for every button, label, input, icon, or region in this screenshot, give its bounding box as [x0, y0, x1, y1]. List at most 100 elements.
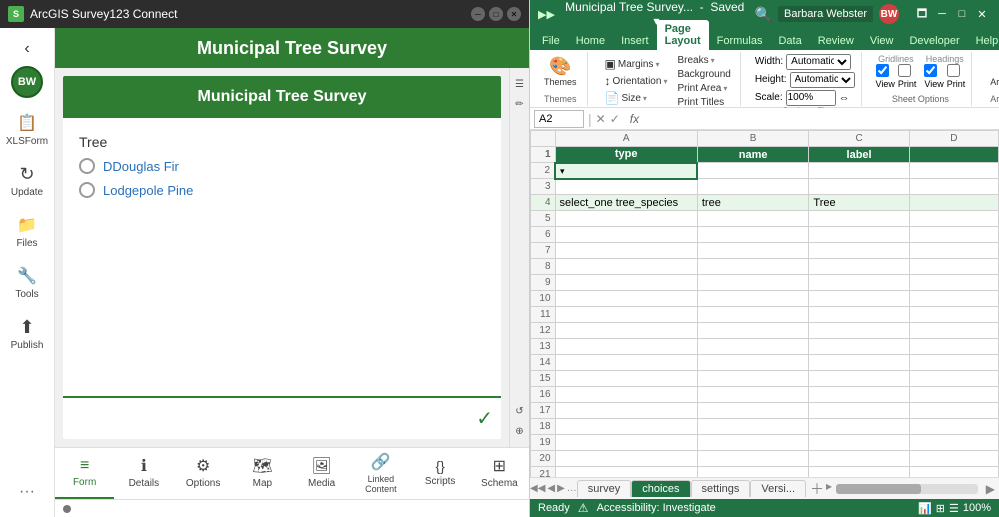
- excel-ribbon-toggle[interactable]: 🗖: [913, 5, 931, 23]
- themes-button[interactable]: 🎨 Themes: [540, 54, 581, 89]
- cell-c3[interactable]: [809, 179, 909, 195]
- nav-item-details[interactable]: ℹ Details: [114, 448, 173, 499]
- search-icon[interactable]: 🔍: [755, 6, 772, 23]
- table-row-9[interactable]: 9: [531, 275, 999, 291]
- right-strip-btn-4[interactable]: ⊕: [512, 423, 528, 439]
- sidebar-back-button[interactable]: ‹: [20, 36, 33, 62]
- horizontal-scrollbar[interactable]: [836, 484, 978, 494]
- table-row-17[interactable]: 17: [531, 403, 999, 419]
- accessibility-icon[interactable]: ⚠: [578, 501, 589, 515]
- table-row-3[interactable]: 3: [531, 179, 999, 195]
- sidebar-item-tools[interactable]: 🔧 Tools: [2, 259, 52, 306]
- more-sheets-button[interactable]: ▸: [826, 479, 832, 499]
- tab-view[interactable]: View: [862, 32, 902, 50]
- cell-a4[interactable]: select_one tree_species: [555, 195, 697, 211]
- table-row-15[interactable]: 15: [531, 371, 999, 387]
- view-gridlines-check[interactable]: [876, 64, 889, 77]
- tab-home[interactable]: Home: [568, 32, 613, 50]
- right-strip-btn-1[interactable]: ☰: [512, 76, 528, 92]
- add-sheet-button[interactable]: ＋: [810, 479, 824, 499]
- table-row-19[interactable]: 19: [531, 435, 999, 451]
- table-row-18[interactable]: 18: [531, 419, 999, 435]
- table-row-13[interactable]: 13: [531, 339, 999, 355]
- col-header-a[interactable]: A: [555, 131, 697, 147]
- table-row-8[interactable]: 8: [531, 259, 999, 275]
- survey-submit-button[interactable]: ✓: [476, 406, 493, 431]
- scroll-next[interactable]: ▶: [557, 483, 565, 494]
- cell-b2[interactable]: [697, 163, 809, 179]
- sidebar-item-xlsform[interactable]: 📋 XLSForm: [2, 106, 52, 153]
- scale-input[interactable]: [786, 90, 836, 106]
- formula-input[interactable]: [649, 113, 995, 125]
- cancel-formula-icon[interactable]: ✕: [596, 112, 606, 126]
- radio-option-2[interactable]: Lodgepole Pine: [79, 182, 485, 198]
- confirm-formula-icon[interactable]: ✓: [610, 112, 620, 126]
- cell-d2[interactable]: [909, 163, 998, 179]
- cell-c2[interactable]: [809, 163, 909, 179]
- cell-a3[interactable]: [555, 179, 697, 195]
- orientation-button[interactable]: ↕ Orientation ▾: [602, 73, 671, 89]
- sheet-tab-choices[interactable]: choices: [631, 480, 690, 497]
- sheet-tab-survey[interactable]: survey: [577, 480, 631, 497]
- radio-option-1[interactable]: DDouglas Fir: [79, 158, 485, 174]
- col-header-b[interactable]: B: [697, 131, 809, 147]
- table-row-21[interactable]: 21: [531, 467, 999, 478]
- nav-item-linked[interactable]: 🔗 LinkedContent: [351, 448, 410, 499]
- right-strip-btn-2[interactable]: ✏: [512, 96, 528, 112]
- scroll-last[interactable]: …: [567, 483, 577, 494]
- maximize-button[interactable]: □: [489, 7, 503, 21]
- table-row-16[interactable]: 16: [531, 387, 999, 403]
- sheet-tab-settings[interactable]: settings: [691, 480, 751, 497]
- cell-d4[interactable]: [909, 195, 998, 211]
- sidebar-item-publish[interactable]: ⬆ Publish: [2, 310, 52, 357]
- nav-item-schema[interactable]: ⊞ Schema: [470, 448, 529, 499]
- height-select[interactable]: Automatic: [790, 72, 855, 88]
- sidebar-item-files[interactable]: 📁 Files: [2, 208, 52, 255]
- table-row-10[interactable]: 10: [531, 291, 999, 307]
- minimize-button[interactable]: ─: [471, 7, 485, 21]
- scroll-first[interactable]: ◀◀: [530, 483, 545, 494]
- print-area-button[interactable]: Print Area ▾: [674, 82, 733, 95]
- print-titles-button[interactable]: Print Titles: [674, 96, 733, 109]
- table-row-2[interactable]: 2 ▾: [531, 163, 999, 179]
- tab-help[interactable]: Help: [968, 32, 999, 50]
- col-header-c[interactable]: C: [809, 131, 909, 147]
- right-strip-btn-3[interactable]: ↺: [512, 403, 528, 419]
- col-header-d[interactable]: D: [909, 131, 998, 147]
- cell-d3[interactable]: [909, 179, 998, 195]
- table-row-7[interactable]: 7: [531, 243, 999, 259]
- table-row-20[interactable]: 20: [531, 451, 999, 467]
- arrange-button[interactable]: ⧉ Arrange: [986, 54, 999, 89]
- width-select[interactable]: Automatic: [786, 54, 851, 70]
- background-button[interactable]: Background: [674, 68, 733, 81]
- scroll-right-end[interactable]: ▶: [982, 482, 999, 496]
- spreadsheet-scroll[interactable]: A B C D 1 type name label: [530, 130, 999, 477]
- radio-circle-1[interactable]: [79, 158, 95, 174]
- radio-circle-2[interactable]: [79, 182, 95, 198]
- tab-developer[interactable]: Developer: [901, 32, 967, 50]
- sheet-tab-version[interactable]: Versi...: [750, 480, 806, 497]
- print-gridlines-check[interactable]: [898, 64, 911, 77]
- nav-item-media[interactable]: 🖼 Media: [292, 448, 351, 499]
- tab-insert[interactable]: Insert: [613, 32, 657, 50]
- close-button[interactable]: ✕: [507, 7, 521, 21]
- size-button[interactable]: 📄 Size ▾: [602, 90, 671, 106]
- nav-item-form[interactable]: ≡ Form: [55, 448, 114, 499]
- cell-c4[interactable]: Tree: [809, 195, 909, 211]
- margins-button[interactable]: ▣ Margins ▾: [602, 56, 671, 72]
- dropdown-arrow-a2[interactable]: ▾: [560, 166, 565, 176]
- print-headings-check[interactable]: [947, 64, 960, 77]
- cell-b4[interactable]: tree: [697, 195, 809, 211]
- table-row-5[interactable]: 5: [531, 211, 999, 227]
- table-row-4[interactable]: 4 select_one tree_species tree Tree: [531, 195, 999, 211]
- nav-item-scripts[interactable]: {} Scripts: [411, 448, 470, 499]
- breaks-button[interactable]: Breaks ▾: [674, 54, 733, 67]
- table-row-6[interactable]: 6: [531, 227, 999, 243]
- tab-page-layout[interactable]: Page Layout: [657, 20, 709, 50]
- table-row-14[interactable]: 14: [531, 355, 999, 371]
- sidebar-item-update[interactable]: ↻ Update: [2, 157, 52, 204]
- tab-review[interactable]: Review: [810, 32, 862, 50]
- view-headings-check[interactable]: [924, 64, 937, 77]
- scroll-prev[interactable]: ◀: [547, 483, 555, 494]
- tab-file[interactable]: File: [534, 32, 568, 50]
